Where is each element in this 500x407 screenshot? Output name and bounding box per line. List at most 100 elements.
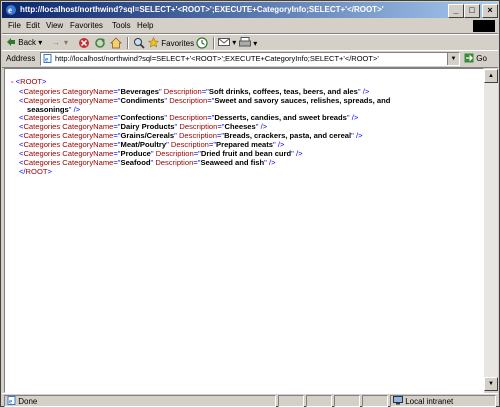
- attribute-name: Description: [155, 158, 194, 167]
- tag-name: Categories: [23, 113, 61, 122]
- description-value: Breads, crackers, pasta, and cereal: [224, 131, 352, 140]
- page-icon: e: [43, 54, 52, 63]
- menu-favorites[interactable]: Favorites: [70, 20, 103, 32]
- menu-tools[interactable]: Tools: [112, 20, 131, 32]
- attribute-name: Description: [155, 149, 194, 158]
- category-name-value: Meat/Poultry: [120, 140, 167, 149]
- address-url: http://localhost/northwind?sql=SELECT+'<…: [55, 54, 379, 63]
- scroll-down-button[interactable]: ▼: [484, 377, 498, 391]
- window-title: http://localhost/northwind?sql=SELECT+'<…: [20, 5, 384, 14]
- mail-icon: [218, 38, 230, 46]
- category-name-value: Seafood: [120, 158, 151, 167]
- menu-file[interactable]: File: [8, 20, 21, 32]
- attribute-name: Description: [178, 131, 217, 140]
- zone-pane: Local intranet: [390, 395, 496, 407]
- attribute-name: Description: [169, 96, 208, 105]
- attribute-name: CategoryName: [62, 87, 114, 96]
- address-label: Address: [6, 54, 36, 63]
- go-button[interactable]: Go: [464, 53, 487, 65]
- attribute-name: CategoryName: [62, 140, 114, 149]
- status-bar: e Done Local intranet: [2, 393, 498, 407]
- category-element: <Categories CategoryName="Seafood" Descr…: [19, 158, 276, 167]
- title-bar: e http://localhost/northwind?sql=SELECT+…: [2, 2, 498, 18]
- xml-document-view: - <ROOT> <Categories CategoryName="Bever…: [4, 68, 484, 393]
- forward-button[interactable]: →: [52, 37, 60, 49]
- status-text-pane: e Done: [4, 395, 276, 407]
- status-pane: [362, 395, 388, 407]
- category-name-value: Produce: [120, 149, 151, 158]
- tag-name: Categories: [23, 158, 61, 167]
- print-button[interactable]: ▾: [239, 37, 257, 49]
- svg-text:e: e: [45, 56, 48, 64]
- search-icon[interactable]: [133, 37, 145, 49]
- favorites-button[interactable]: Favorites: [147, 36, 195, 49]
- status-pane: [278, 395, 304, 407]
- menu-bar: File Edit View Favorites Tools Help: [2, 19, 498, 34]
- refresh-icon[interactable]: [94, 37, 106, 49]
- status-text: Done: [18, 397, 38, 406]
- description-value: Soft drinks, coffees, teas, beers, and a…: [208, 87, 358, 96]
- description-value: Seaweed and fish: [200, 158, 265, 167]
- attribute-name: Description: [169, 113, 208, 122]
- internet-explorer-icon: e: [6, 5, 16, 15]
- tag-name: Categories: [23, 131, 61, 140]
- history-icon[interactable]: [196, 37, 208, 49]
- tag-name: Categories: [23, 87, 61, 96]
- attribute-name: CategoryName: [62, 158, 114, 167]
- address-dropdown-icon[interactable]: ▼: [447, 53, 459, 65]
- attribute-name: CategoryName: [62, 131, 114, 140]
- windows-logo-icon: [473, 20, 495, 32]
- description-value: Sweet and savory sauces, relishes, sprea…: [214, 96, 391, 105]
- category-name-value: Beverages: [120, 87, 159, 96]
- root-close-line: </ROOT>: [19, 167, 52, 176]
- back-button[interactable]: Back ▾: [6, 37, 42, 49]
- stop-icon[interactable]: [78, 37, 90, 49]
- description-value: Cheeses: [224, 122, 256, 131]
- toolbar-separator: [213, 37, 215, 49]
- menu-help[interactable]: Help: [137, 20, 153, 32]
- address-bar: Address e http://localhost/northwind?sql…: [2, 50, 498, 68]
- svg-text:e: e: [9, 398, 12, 406]
- attribute-name: CategoryName: [62, 113, 114, 122]
- status-pane: [334, 395, 360, 407]
- status-pane: [306, 395, 332, 407]
- description-value: Desserts, candies, and sweet breads: [214, 113, 347, 122]
- category-name-value: Condiments: [120, 96, 165, 105]
- tag-name: Categories: [23, 140, 61, 149]
- attribute-name: Description: [163, 87, 202, 96]
- category-name-value: Dairy Products: [120, 122, 175, 131]
- menu-edit[interactable]: Edit: [26, 20, 40, 32]
- toolbar: Back ▾ → ▾ Favorites ▾ ▾: [2, 34, 498, 51]
- collapse-root-toggle[interactable]: -: [11, 77, 14, 86]
- attribute-name: CategoryName: [62, 122, 114, 131]
- go-label: Go: [476, 54, 487, 63]
- home-icon[interactable]: [110, 37, 122, 49]
- favorites-label: Favorites: [161, 39, 195, 48]
- tag-name: Categories: [23, 122, 61, 131]
- forward-dropdown-icon[interactable]: ▾: [64, 37, 68, 49]
- description-value: Dried fruit and bean curd: [200, 149, 292, 158]
- menu-view[interactable]: View: [46, 20, 63, 32]
- mail-button[interactable]: ▾: [218, 37, 236, 49]
- attribute-name: Description: [170, 140, 209, 149]
- vertical-scrollbar[interactable]: ▲ ▼: [484, 69, 498, 391]
- print-icon: [239, 37, 251, 47]
- intranet-zone-icon: [393, 396, 403, 405]
- attribute-name: Description: [179, 122, 218, 131]
- maximize-button[interactable]: □: [464, 4, 480, 18]
- category-name-value: Grains/Cereals: [120, 131, 175, 140]
- back-arrow-icon: [7, 38, 15, 46]
- favorites-icon: [147, 36, 160, 48]
- scroll-up-button[interactable]: ▲: [484, 69, 498, 83]
- zone-text: Local intranet: [405, 397, 454, 406]
- minimize-button[interactable]: _: [448, 4, 464, 18]
- close-button[interactable]: ×: [482, 4, 498, 18]
- description-value: Prepared meats: [216, 140, 274, 149]
- svg-text:e: e: [8, 5, 12, 15]
- address-input[interactable]: e http://localhost/northwind?sql=SELECT+…: [40, 52, 460, 66]
- attribute-name: CategoryName: [62, 149, 114, 158]
- go-arrow-icon: [464, 53, 474, 63]
- page-done-icon: e: [7, 396, 16, 406]
- back-label: Back: [18, 38, 37, 47]
- browser-window: e http://localhost/northwind?sql=SELECT+…: [0, 0, 500, 407]
